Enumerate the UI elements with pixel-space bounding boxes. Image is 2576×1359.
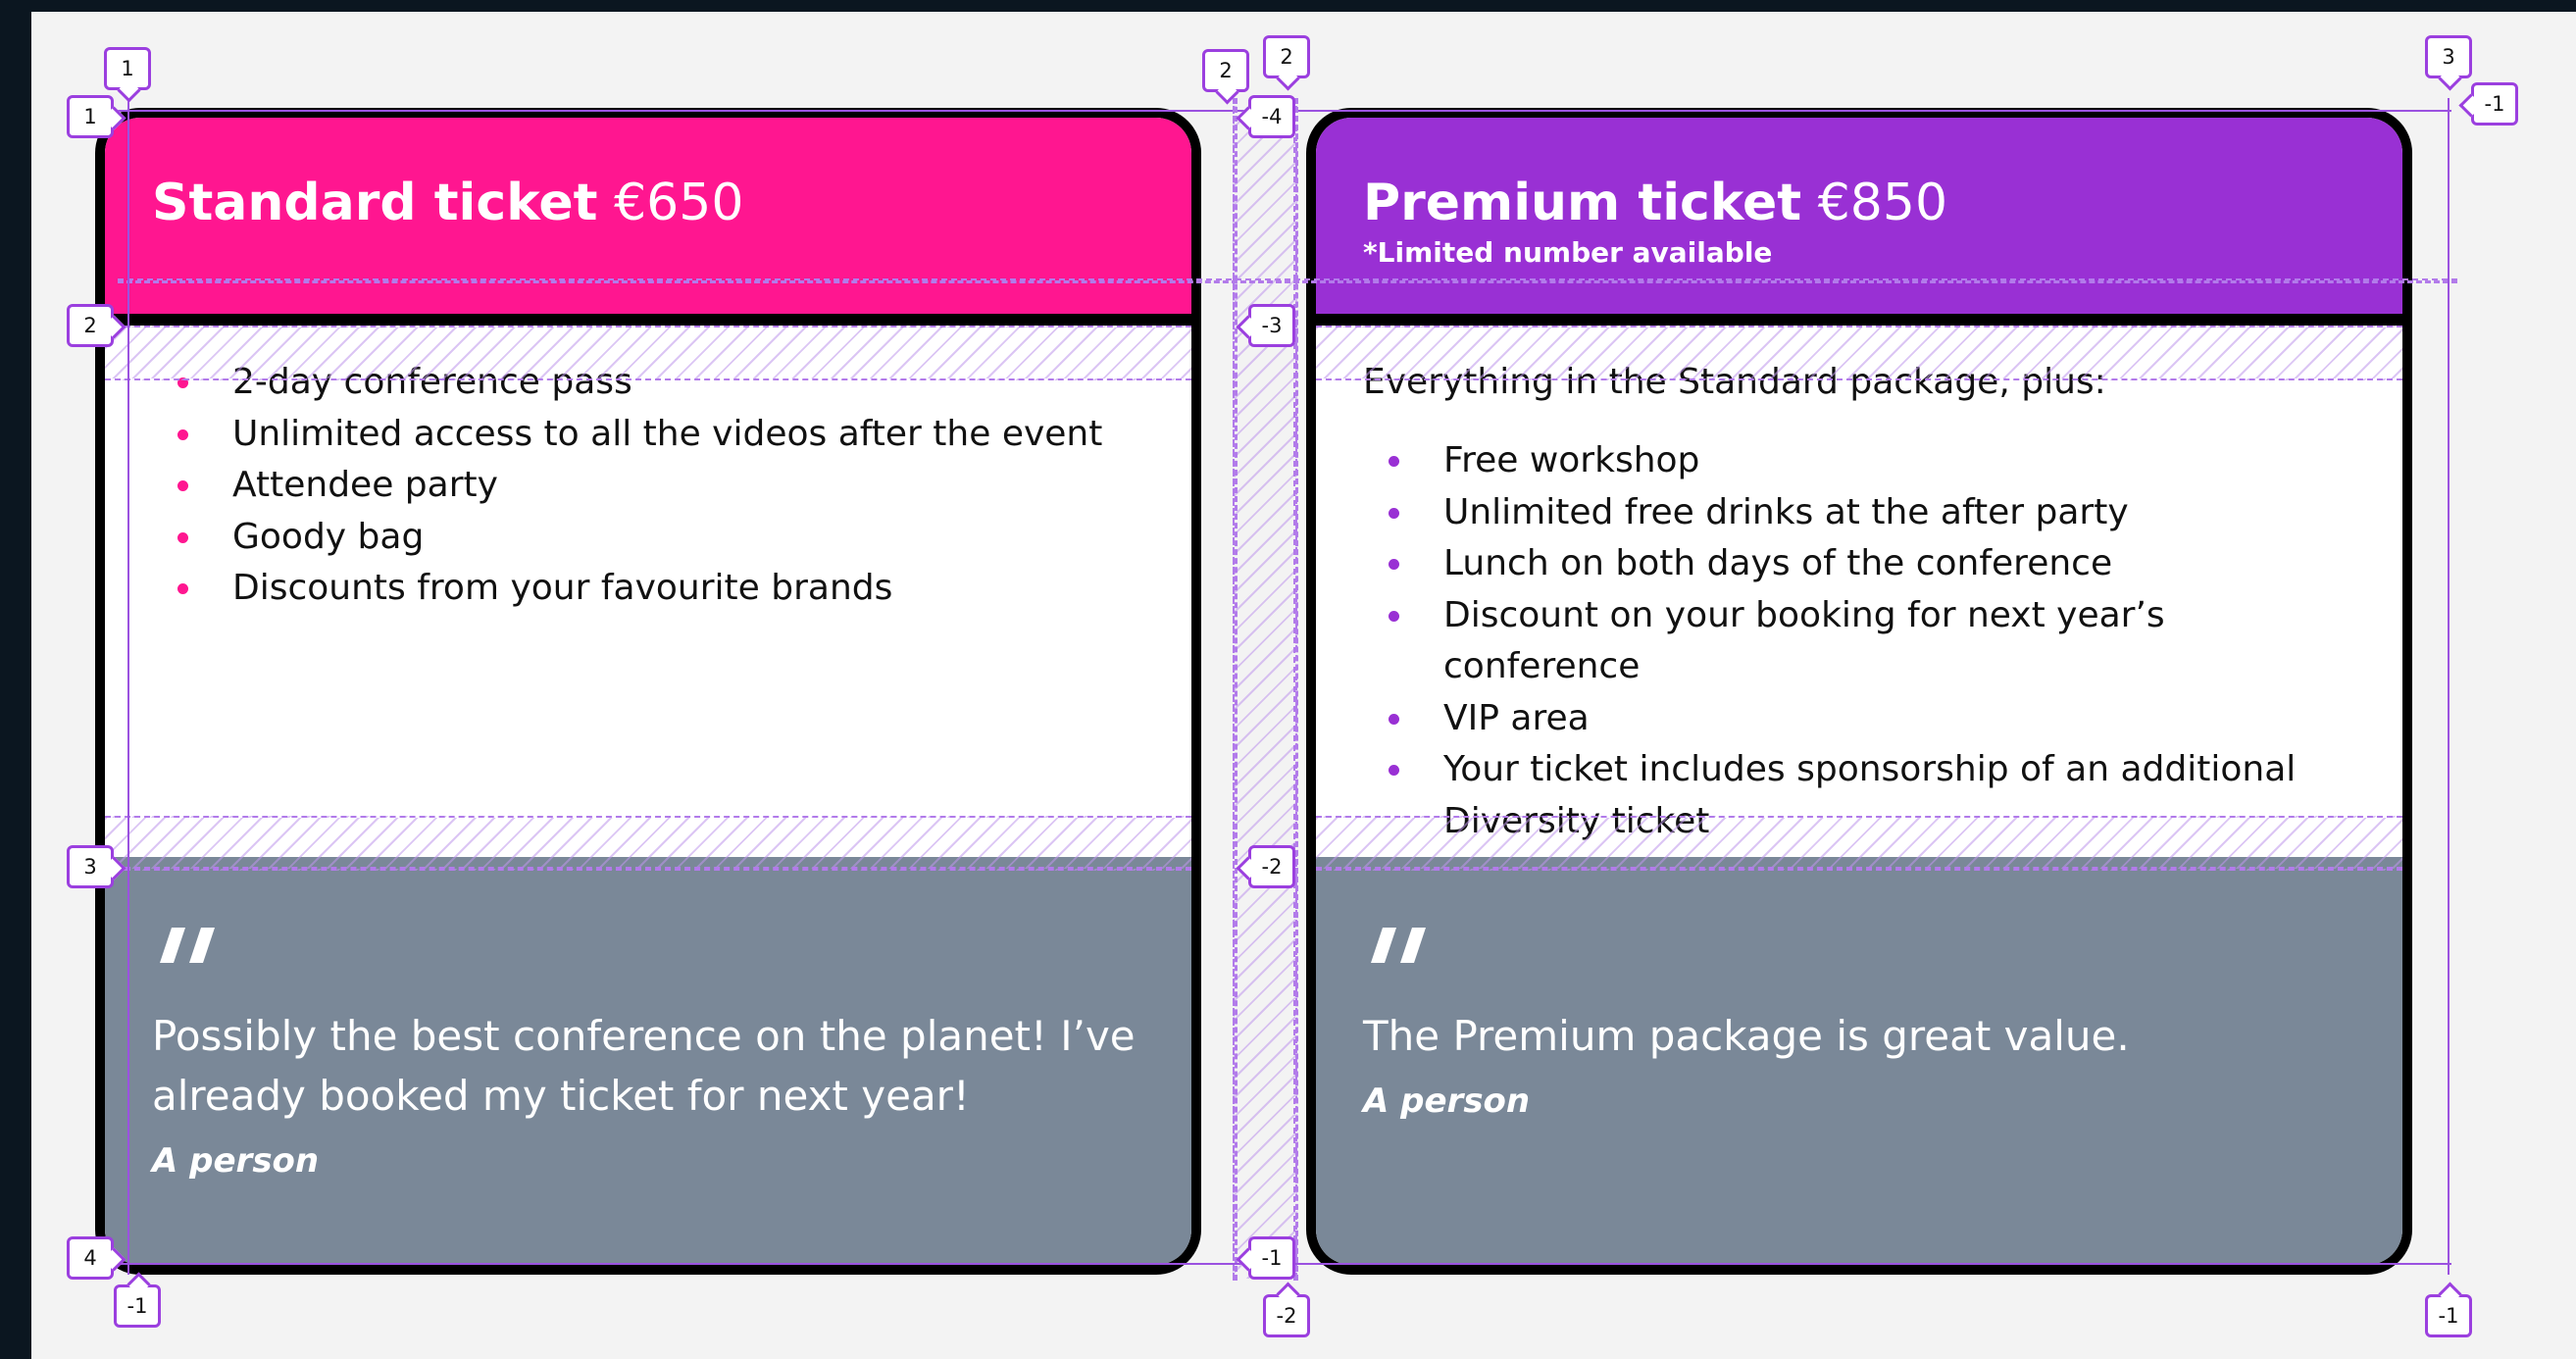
bullet-icon xyxy=(177,583,188,594)
feature-item: Free workshop xyxy=(1363,435,2355,487)
bullet-icon xyxy=(1389,559,1399,570)
feature-item: Lunch on both days of the conference xyxy=(1363,538,2355,590)
grid-column-number: 1 xyxy=(104,47,151,90)
feature-item: 2-day conference pass xyxy=(152,357,1144,409)
availability-note: *Limited number available xyxy=(1363,236,1773,269)
grid-row-number: -1 xyxy=(1248,1236,1295,1280)
grid-column-number: -1 xyxy=(2425,1294,2472,1337)
quote-icon xyxy=(160,928,215,963)
grid-row-number: 1 xyxy=(67,95,114,138)
grid-row-number: 2 xyxy=(67,304,114,347)
bullet-icon xyxy=(177,378,188,388)
bullet-icon xyxy=(177,428,188,440)
standard-ticket-card: Standard ticket €650 2-day conference pa… xyxy=(95,108,1201,1275)
grid-row-number: 3 xyxy=(67,845,114,888)
testimonial-quote: The Premium package is great value. xyxy=(1363,1012,2130,1060)
bullet-icon xyxy=(177,531,188,543)
card-header: Premium ticket €850 *Limited number avai… xyxy=(1316,118,2402,314)
testimonial-quote: Possibly the best conference on the plan… xyxy=(152,1012,1136,1120)
grid-row-number: -4 xyxy=(1248,95,1295,138)
card-header: Standard ticket €650 xyxy=(105,118,1191,314)
feature-list: Free workshop Unlimited free drinks at t… xyxy=(1363,435,2355,847)
testimonial-author: A person xyxy=(1363,1082,1531,1121)
feature-item: Your ticket includes sponsorship of an a… xyxy=(1363,744,2355,847)
premium-ticket-card: Premium ticket €850 *Limited number avai… xyxy=(1306,108,2412,1275)
grid-row-number: 4 xyxy=(67,1236,114,1280)
feature-panel: 2-day conference pass Unlimited access t… xyxy=(105,326,1191,857)
bullet-icon xyxy=(1389,456,1399,467)
grid-row-number: -1 xyxy=(2471,82,2518,126)
bullet-icon xyxy=(1389,610,1399,622)
ticket-price: €650 xyxy=(614,174,744,232)
testimonial-author: A person xyxy=(152,1141,320,1181)
bullet-icon xyxy=(1389,765,1399,776)
bullet-icon xyxy=(177,480,188,491)
feature-item: Discount on your booking for next year’s… xyxy=(1363,590,2355,693)
feature-intro: Everything in the Standard package, plus… xyxy=(1363,362,2106,402)
grid-column-number: -2 xyxy=(1263,1294,1310,1337)
testimonial-panel: Possibly the best conference on the plan… xyxy=(105,857,1191,1265)
grid-column-number: 3 xyxy=(2425,35,2472,78)
ticket-title: Premium ticket €850 xyxy=(1363,172,2355,234)
bullet-icon xyxy=(1389,713,1399,725)
grid-row-number: -3 xyxy=(1248,304,1295,347)
testimonial-panel: The Premium package is great value. A pe… xyxy=(1316,857,2402,1265)
grid-column-gap xyxy=(1233,106,1297,1279)
feature-item: Discounts from your favourite brands xyxy=(152,563,1144,615)
header-divider xyxy=(105,314,1191,326)
feature-item: Attendee party xyxy=(152,460,1144,512)
feature-item: Unlimited access to all the videos after… xyxy=(152,409,1144,461)
feature-list: 2-day conference pass Unlimited access t… xyxy=(152,357,1144,615)
grid-column-number: 2 xyxy=(1263,35,1310,78)
feature-item: Goody bag xyxy=(152,512,1144,564)
header-divider xyxy=(1316,314,2402,326)
grid-column-number: 2 xyxy=(1202,49,1249,92)
feature-panel: Everything in the Standard package, plus… xyxy=(1316,326,2402,857)
ticket-price: €850 xyxy=(1817,174,1948,232)
ticket-title: Standard ticket €650 xyxy=(152,172,1144,234)
grid-column-number: -1 xyxy=(114,1284,161,1328)
ticket-name: Standard ticket xyxy=(152,174,598,232)
ticket-name: Premium ticket xyxy=(1363,174,1802,232)
quote-icon xyxy=(1371,928,1426,963)
feature-item: VIP area xyxy=(1363,693,2355,745)
feature-item: Unlimited free drinks at the after party xyxy=(1363,487,2355,539)
bullet-icon xyxy=(1389,507,1399,519)
grid-row-number: -2 xyxy=(1248,845,1295,888)
